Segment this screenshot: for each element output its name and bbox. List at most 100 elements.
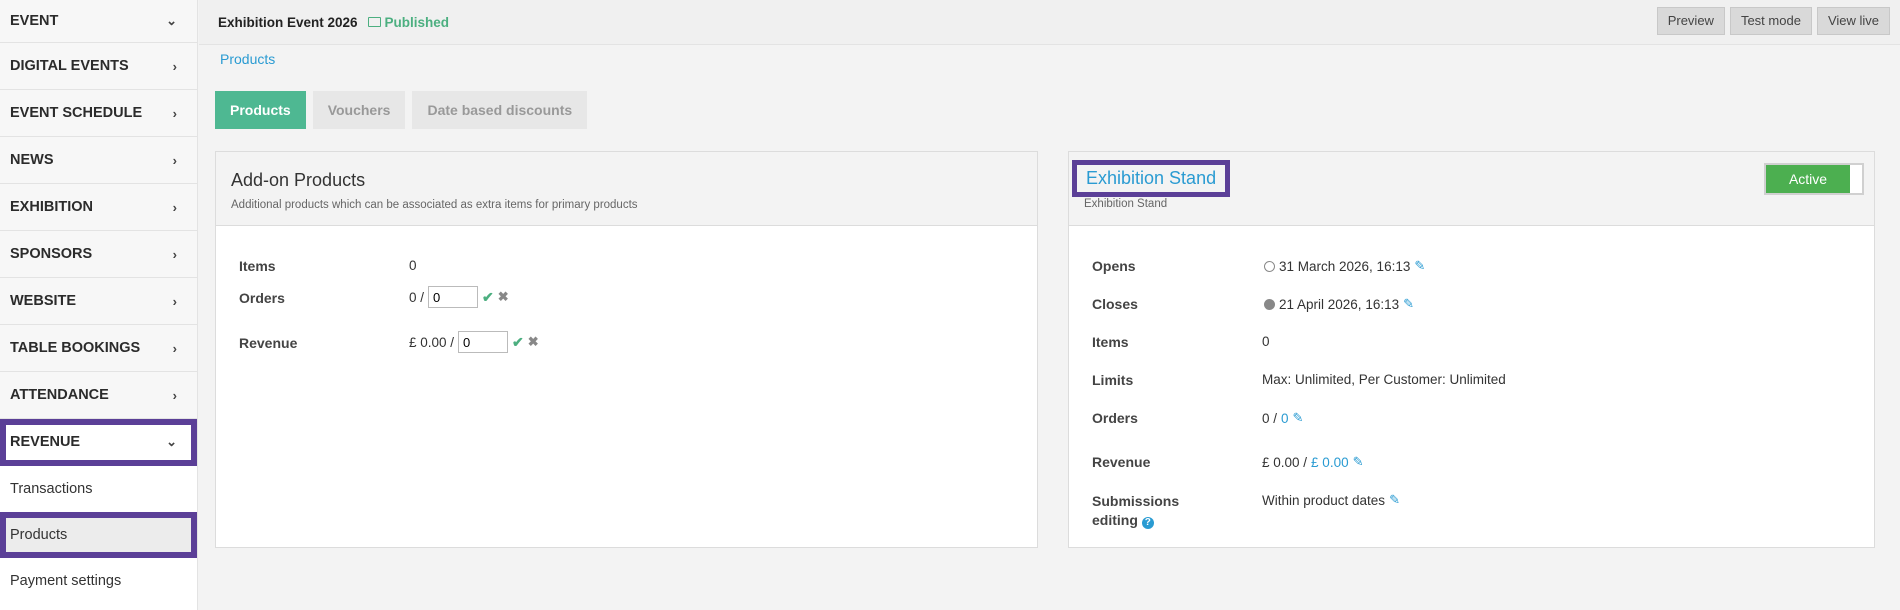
closes-date: 21 April 2026, 16:13 xyxy=(1279,296,1400,312)
tab-date-based-discounts[interactable]: Date based discounts xyxy=(412,91,588,129)
items-value: 0 xyxy=(409,258,417,273)
sidebar-item-revenue[interactable]: REVENUE ⌄ xyxy=(0,419,197,466)
help-icon[interactable]: ? xyxy=(1141,517,1154,529)
closes-value: 21 April 2026, 16:13 ✎ xyxy=(1264,296,1414,312)
panel-subtitle: Exhibition Stand xyxy=(1084,198,1168,210)
event-title: Exhibition Event 2026 xyxy=(218,14,358,30)
sidebar-item-event[interactable]: EVENT ⌄ xyxy=(0,0,197,43)
sidebar-subitem-label: Payment settings xyxy=(10,573,122,589)
view-live-button[interactable]: View live xyxy=(1816,7,1890,35)
orders-prefix: 0 / xyxy=(1262,410,1278,426)
revenue-label: Revenue xyxy=(1092,454,1151,470)
addon-products-panel: Add-on Products Additional products whic… xyxy=(215,151,1038,548)
sidebar-item-exhibition[interactable]: EXHIBITION › xyxy=(0,184,197,231)
chevron-right-icon: › xyxy=(172,105,177,121)
breadcrumb[interactable]: Products xyxy=(220,51,275,67)
status-label: Published xyxy=(384,14,450,30)
chevron-right-icon: › xyxy=(172,293,177,309)
close-icon[interactable]: ✖ xyxy=(528,334,539,350)
sidebar-item-news[interactable]: NEWS › xyxy=(0,137,197,184)
opens-value: 31 March 2026, 16:13 ✎ xyxy=(1264,258,1425,274)
revenue-limit-link[interactable]: £ 0.00 xyxy=(1311,455,1349,470)
pencil-icon[interactable]: ✎ xyxy=(1353,454,1364,470)
sidebar-item-label: EXHIBITION xyxy=(10,199,93,215)
panel-header: Add-on Products Additional products whic… xyxy=(216,152,1037,226)
chevron-right-icon: › xyxy=(172,246,177,262)
panel-title: Add-on Products xyxy=(231,170,366,190)
sidebar-item-website[interactable]: WEBSITE › xyxy=(0,278,197,325)
sidebar-item-label: EVENT xyxy=(10,13,59,29)
limits-label: Limits xyxy=(1092,372,1134,388)
items-label: Items xyxy=(239,258,276,274)
pencil-icon[interactable]: ✎ xyxy=(1293,410,1304,426)
sidebar-item-label: REVENUE xyxy=(10,434,81,450)
sidebar-item-label: ATTENDANCE xyxy=(10,387,109,403)
orders-prefix: 0 / xyxy=(409,289,425,305)
toggle-label: Active xyxy=(1766,165,1850,193)
submissions-label-line1: Submissions xyxy=(1092,493,1180,509)
tab-vouchers[interactable]: Vouchers xyxy=(312,91,406,129)
chevron-right-icon: › xyxy=(172,199,177,215)
opens-date: 31 March 2026, 16:13 xyxy=(1279,258,1411,274)
sidebar-item-digital-events[interactable]: DIGITAL EVENTS › xyxy=(0,43,197,90)
sidebar-subitem-products[interactable]: Products xyxy=(0,512,197,558)
sidebar-subitem-label: Transactions xyxy=(10,481,93,497)
chevron-right-icon: › xyxy=(172,387,177,403)
revenue-editor: £ 0.00 / ✔ ✖ xyxy=(409,331,539,353)
pencil-icon[interactable]: ✎ xyxy=(1403,296,1414,312)
sidebar-item-label: NEWS xyxy=(10,152,54,168)
sidebar: EVENT ⌄ DIGITAL EVENTS › EVENT SCHEDULE … xyxy=(0,0,198,610)
revenue-input[interactable] xyxy=(458,331,509,353)
preview-button[interactable]: Preview xyxy=(1656,7,1725,35)
orders-limit-link[interactable]: 0 xyxy=(1281,411,1289,426)
items-value: 0 xyxy=(1262,334,1270,349)
sidebar-item-label: SPONSORS xyxy=(10,246,93,262)
chevron-right-icon: › xyxy=(172,58,177,74)
sidebar-subitem-transactions[interactable]: Transactions xyxy=(0,466,197,512)
tab-products[interactable]: Products xyxy=(215,91,306,129)
sidebar-subitem-payment-settings[interactable]: Payment settings xyxy=(0,558,197,604)
status-badge: Published xyxy=(367,14,450,30)
check-icon[interactable]: ✔ xyxy=(482,289,494,306)
orders-editor: 0 / ✔ ✖ xyxy=(409,286,509,308)
orders-input[interactable] xyxy=(428,286,479,308)
orders-label: Orders xyxy=(239,290,285,306)
chevron-right-icon: › xyxy=(172,152,177,168)
pencil-icon[interactable]: ✎ xyxy=(1389,492,1400,508)
orders-value: 0 / 0 ✎ xyxy=(1262,410,1303,426)
panel-header: Exhibition Stand Exhibition Stand Active xyxy=(1069,152,1874,226)
limits-value: Max: Unlimited, Per Customer: Unlimited xyxy=(1262,372,1506,387)
revenue-value: £ 0.00 / £ 0.00 ✎ xyxy=(1262,454,1364,470)
revenue-prefix: £ 0.00 / xyxy=(409,334,455,350)
submissions-label-line2: editing xyxy=(1092,512,1138,528)
top-header: Exhibition Event 2026 Published Preview … xyxy=(199,0,1900,45)
circle-filled-icon xyxy=(1264,298,1275,310)
closes-label: Closes xyxy=(1092,296,1138,312)
monitor-icon xyxy=(367,17,381,27)
submissions-text: Within product dates xyxy=(1262,492,1386,508)
product-title-link[interactable]: Exhibition Stand xyxy=(1071,160,1231,197)
circle-empty-icon xyxy=(1264,260,1275,272)
check-icon[interactable]: ✔ xyxy=(512,334,524,351)
opens-label: Opens xyxy=(1092,258,1136,274)
chevron-down-icon: ⌄ xyxy=(166,434,177,449)
header-actions: Preview Test mode View live xyxy=(1656,7,1890,35)
submissions-editing-label: Submissions editing ? xyxy=(1092,492,1179,530)
items-label: Items xyxy=(1092,334,1129,350)
sidebar-item-label: EVENT SCHEDULE xyxy=(10,105,143,121)
sidebar-item-table-bookings[interactable]: TABLE BOOKINGS › xyxy=(0,325,197,372)
close-icon[interactable]: ✖ xyxy=(498,289,509,305)
sidebar-item-sponsors[interactable]: SPONSORS › xyxy=(0,231,197,278)
test-mode-button[interactable]: Test mode xyxy=(1729,7,1812,35)
sidebar-item-label: TABLE BOOKINGS xyxy=(10,340,141,356)
sidebar-item-label: WEBSITE xyxy=(10,293,77,309)
revenue-label: Revenue xyxy=(239,335,298,351)
chevron-right-icon: › xyxy=(172,340,177,356)
pencil-icon[interactable]: ✎ xyxy=(1414,258,1425,274)
submissions-value: Within product dates ✎ xyxy=(1262,492,1400,508)
sidebar-item-attendance[interactable]: ATTENDANCE › xyxy=(0,372,197,419)
active-toggle[interactable]: Active xyxy=(1764,163,1864,195)
sidebar-item-label: DIGITAL EVENTS xyxy=(10,58,129,74)
sidebar-item-event-schedule[interactable]: EVENT SCHEDULE › xyxy=(0,90,197,137)
revenue-prefix: £ 0.00 / xyxy=(1262,454,1308,470)
